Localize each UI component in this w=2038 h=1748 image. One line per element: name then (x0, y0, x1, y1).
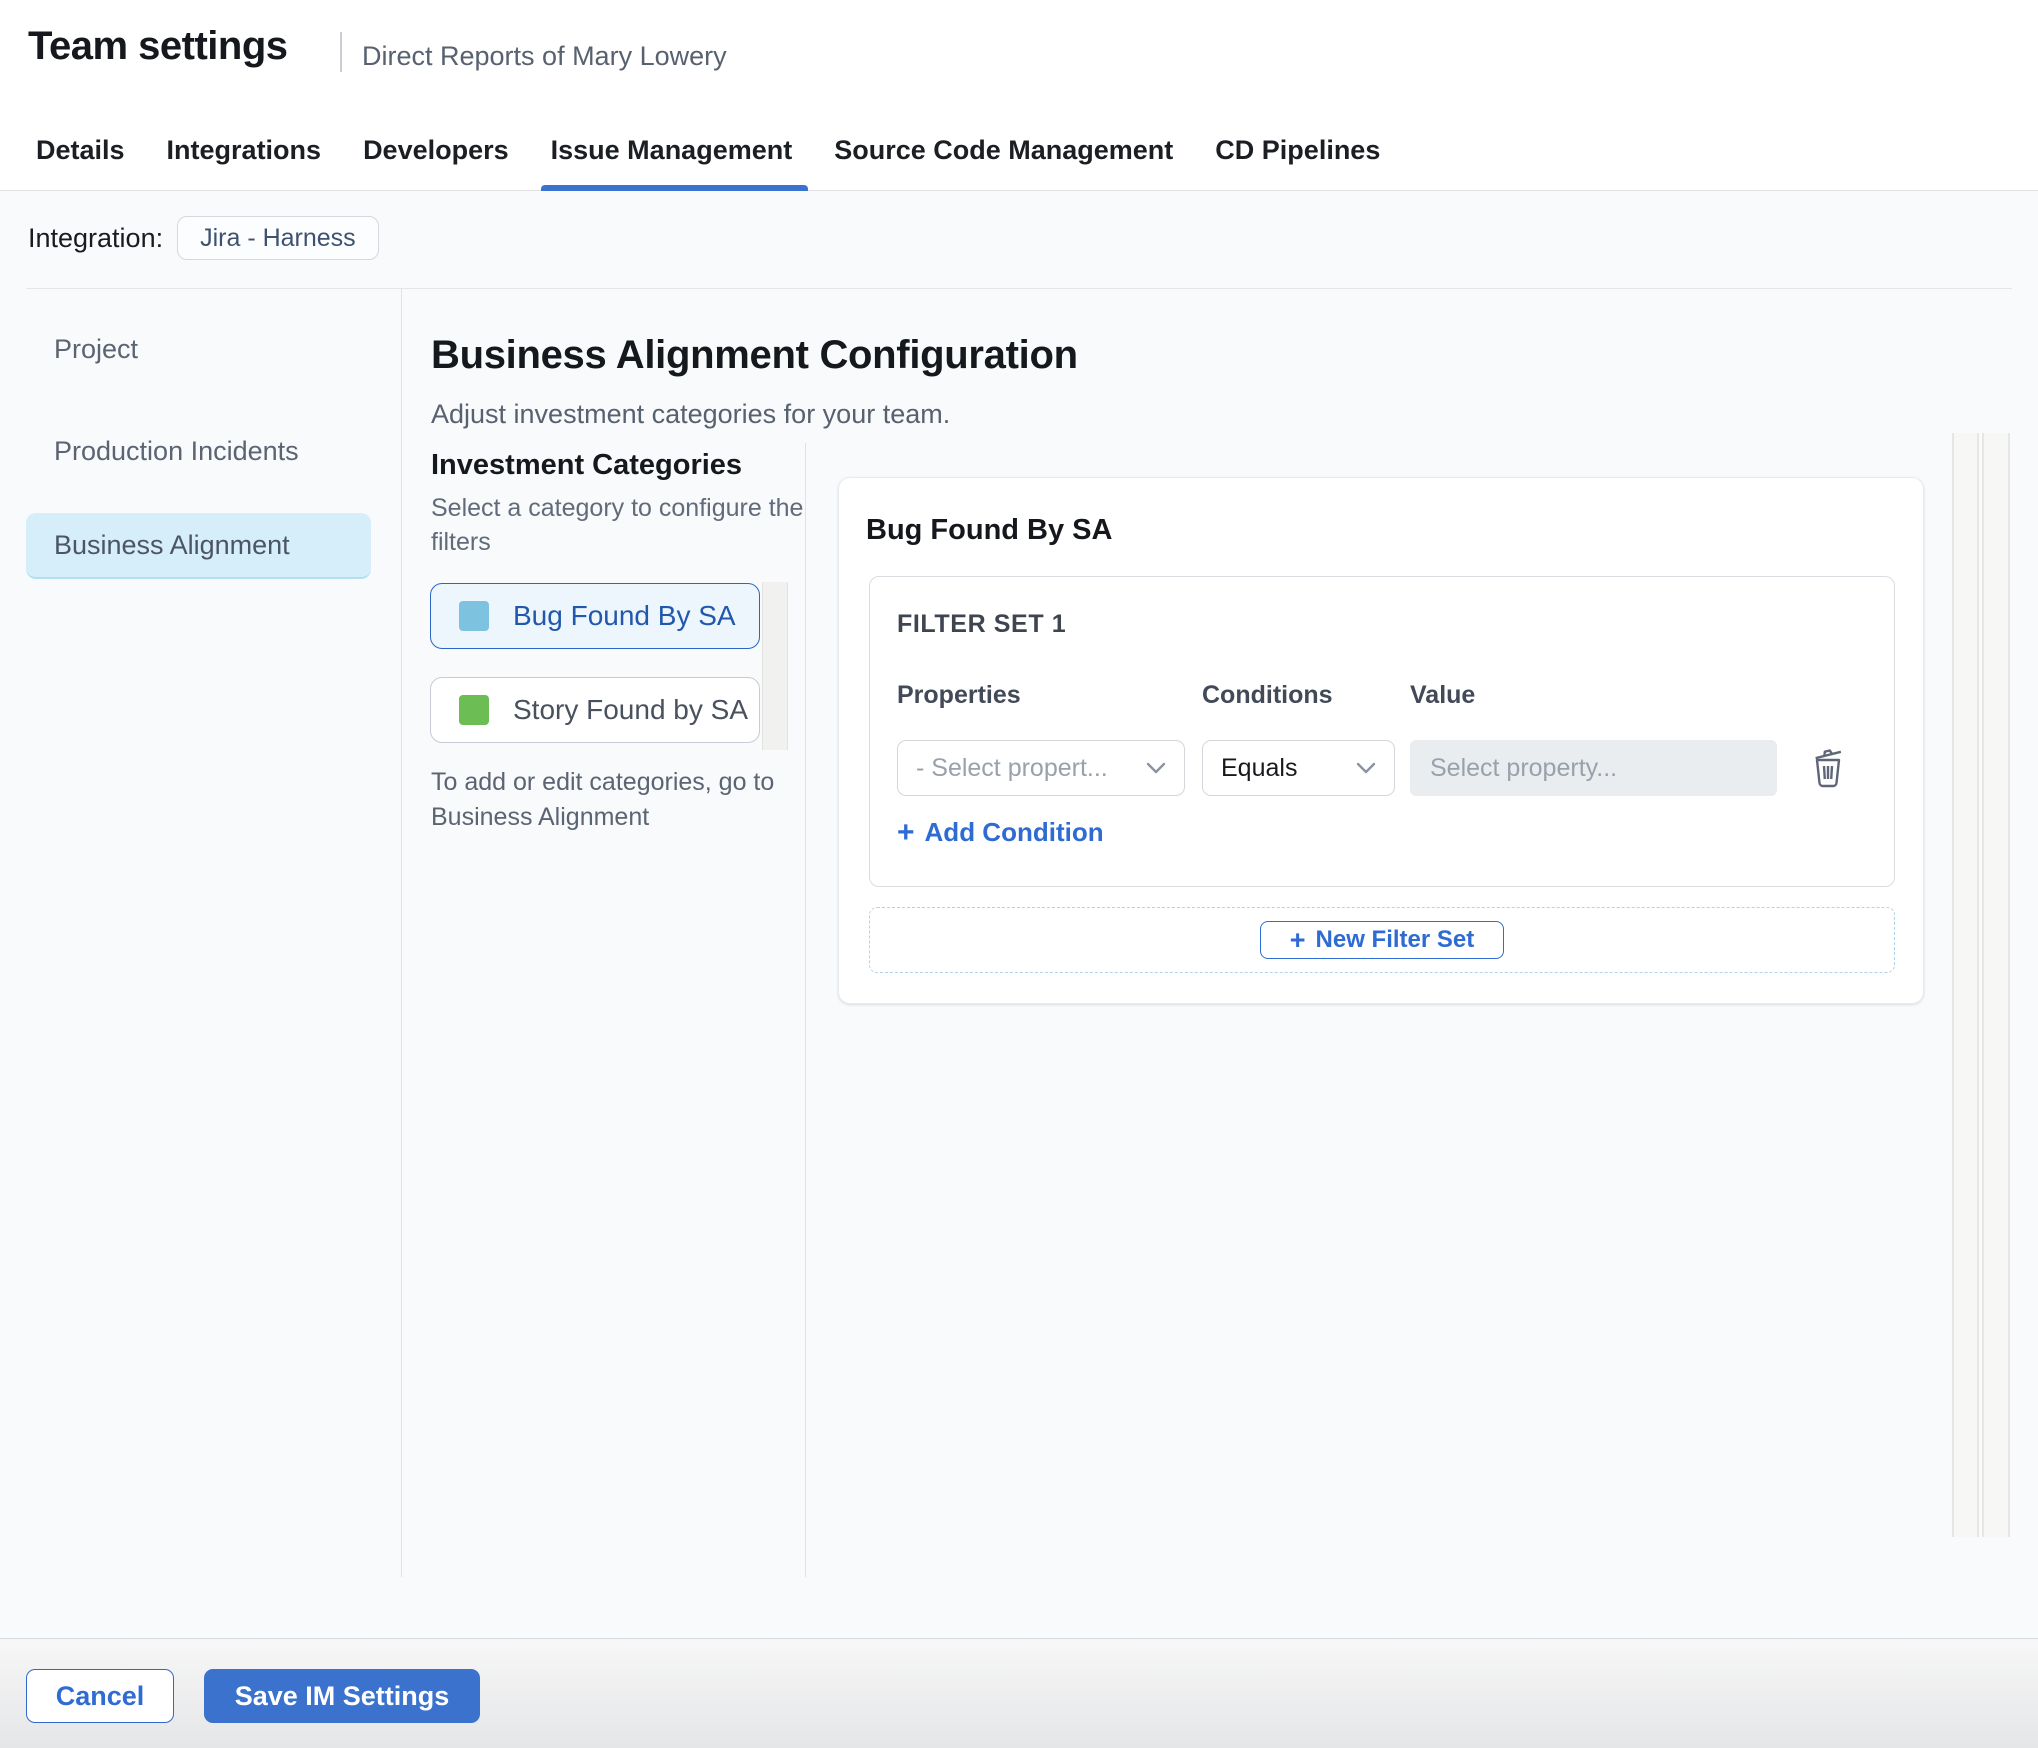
title-divider (340, 32, 342, 72)
note-line: Business Alignment (431, 803, 650, 831)
tab-label: Integrations (166, 134, 322, 165)
tab-integrations[interactable]: Integrations (167, 110, 322, 191)
add-condition-label: Add Condition (924, 817, 1104, 847)
tab-details[interactable]: Details (36, 110, 125, 191)
tab-cd-pipelines[interactable]: CD Pipelines (1215, 110, 1380, 191)
business-alignment-config-title: Business Alignment Configuration (431, 333, 1078, 377)
cancel-button[interactable]: Cancel (26, 1669, 174, 1723)
sidebar-item-business-alignment[interactable]: Business Alignment (26, 513, 371, 579)
category-color-swatch (459, 601, 489, 631)
tab-issue-management[interactable]: Issue Management (540, 110, 809, 192)
category-label: Bug Found By SA (513, 600, 736, 631)
new-filter-set-dropzone: + New Filter Set (869, 907, 1895, 973)
column-header-value: Value (1410, 681, 1476, 709)
integration-label: Integration: (28, 222, 164, 253)
column-header-conditions: Conditions (1202, 681, 1333, 709)
categories-note: To add or edit categories, go to Busines… (431, 765, 774, 835)
helper-line: Select a category to configure the (431, 494, 804, 522)
add-condition-button[interactable]: + Add Condition (897, 817, 1104, 848)
settings-sidebar: Project Production Incidents Business Al… (0, 288, 402, 1577)
plus-icon: + (897, 815, 915, 849)
page-scrollbar[interactable] (1982, 433, 2010, 1537)
tab-label: CD Pipelines (1215, 134, 1381, 165)
investment-categories-heading: Investment Categories (431, 449, 743, 481)
condition-select[interactable]: Equals (1202, 740, 1395, 796)
sidebar-item-production-incidents[interactable]: Production Incidents (26, 418, 371, 484)
page-header: Team settings Direct Reports of Mary Low… (0, 0, 2038, 110)
panel-heading: Bug Found By SA (866, 514, 1113, 546)
filter-set-card: FILTER SET 1 Properties Conditions Value… (869, 576, 1895, 887)
value-input[interactable] (1410, 740, 1777, 796)
column-divider (805, 443, 806, 1577)
settings-footer: Cancel Save IM Settings (0, 1638, 2038, 1748)
filter-set-title: FILTER SET 1 (897, 610, 1067, 638)
note-line: To add or edit categories, go to (431, 768, 775, 796)
trash-icon (1815, 749, 1842, 788)
sidebar-item-project[interactable]: Project (26, 316, 371, 382)
integration-chip[interactable]: Jira - Harness (177, 216, 379, 260)
category-filter-panel: Bug Found By SA FILTER SET 1 Properties … (838, 477, 1924, 1004)
tab-label: Issue Management (550, 134, 793, 165)
tab-source-code-management[interactable]: Source Code Management (834, 110, 1173, 191)
save-im-settings-button[interactable]: Save IM Settings (204, 1669, 480, 1723)
helper-line: filters (431, 528, 491, 556)
category-list-scrollbar[interactable] (762, 582, 788, 750)
category-button-bug-found-by-sa[interactable]: Bug Found By SA (430, 583, 760, 649)
property-select-placeholder: - Select propert... (916, 753, 1108, 782)
integration-row: Integration: Jira - Harness (28, 215, 379, 261)
new-filter-set-button[interactable]: + New Filter Set (1260, 921, 1504, 959)
page-scrollbar-track[interactable] (1952, 433, 1979, 1537)
chevron-down-icon (1356, 762, 1376, 774)
business-alignment-config-subtitle: Adjust investment categories for your te… (431, 399, 951, 429)
settings-content: Integration: Jira - Harness Project Prod… (0, 191, 2038, 1638)
tab-label: Source Code Management (834, 134, 1174, 165)
property-select[interactable]: - Select propert... (897, 740, 1185, 796)
plus-icon: + (1289, 925, 1306, 955)
chevron-down-icon (1146, 762, 1166, 774)
condition-select-value: Equals (1221, 753, 1298, 782)
category-button-story-found-by-sa[interactable]: Story Found by SA (430, 677, 760, 743)
settings-tabbar: Details Integrations Developers Issue Ma… (0, 110, 2038, 192)
delete-condition-button[interactable] (1804, 741, 1852, 793)
tab-developers[interactable]: Developers (363, 110, 509, 191)
team-name-subtitle: Direct Reports of Mary Lowery (362, 41, 727, 71)
new-filter-set-label: New Filter Set (1315, 926, 1475, 953)
category-label: Story Found by SA (513, 694, 749, 725)
page-title: Team settings (28, 24, 288, 68)
tab-label: Details (36, 134, 125, 165)
category-color-swatch (459, 695, 489, 725)
tab-label: Developers (363, 134, 509, 165)
investment-categories-helper: Select a category to configure the filte… (431, 491, 803, 559)
column-header-properties: Properties (897, 681, 1021, 709)
